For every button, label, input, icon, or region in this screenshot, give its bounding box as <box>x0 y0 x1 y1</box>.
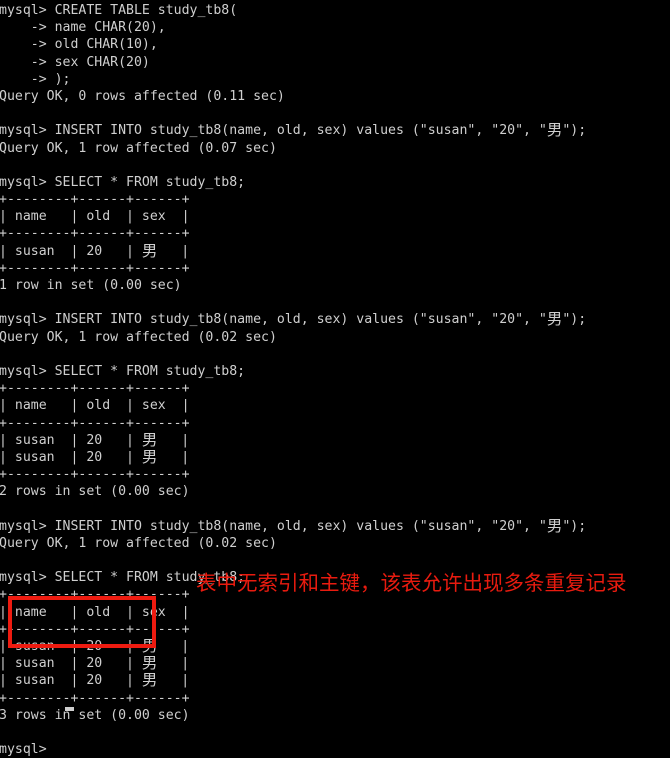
terminal-line: +--------+------+------+ <box>0 226 190 242</box>
cjk-glyph: 男 <box>141 654 158 673</box>
terminal-line: -> ); <box>0 71 71 87</box>
terminal-line: | name | old | sex | <box>0 209 190 225</box>
terminal-line: | name | old | sex | <box>0 604 190 620</box>
terminal-line: | susan | 20 | 男 | <box>0 447 190 466</box>
terminal-line: +--------+------+------+ <box>0 690 190 706</box>
terminal-line: -> old CHAR(10), <box>0 37 158 53</box>
terminal-line: | susan | 20 | 男 | <box>0 654 190 673</box>
terminal-line: 3 rows in set (0.00 sec) <box>0 707 190 723</box>
terminal-line: Query OK, 0 rows affected (0.11 sec) <box>0 88 285 104</box>
terminal-line: +--------+------+------+ <box>0 415 190 431</box>
cjk-glyph: 男 <box>141 671 158 690</box>
terminal-line: mysql> CREATE TABLE study_tb8( <box>0 3 238 18</box>
terminal-line: +--------+------+------+ <box>0 192 190 208</box>
terminal-line: 1 row in set (0.00 sec) <box>0 278 182 293</box>
cjk-glyph: 男 <box>141 241 158 260</box>
terminal-line: Query OK, 1 row affected (0.02 sec) <box>0 535 277 551</box>
annotation-text: 表中无索引和主键，该表允许出现多条重复记录 <box>196 571 627 595</box>
terminal-line: +--------+------+------+ <box>0 381 190 397</box>
terminal-line: mysql> SELECT * FROM study_tb8; <box>0 363 246 379</box>
cjk-glyph: 男 <box>546 121 563 140</box>
terminal-line: mysql> <box>0 742 55 758</box>
terminal-line: -> name CHAR(20), <box>0 20 166 36</box>
cjk-glyph: 男 <box>141 447 158 466</box>
terminal-line: Query OK, 1 row affected (0.07 sec) <box>0 140 277 156</box>
terminal-cursor <box>65 707 74 711</box>
terminal-line: +--------+------+------+ <box>0 467 190 483</box>
terminal-line: | susan | 20 | 男 | <box>0 671 190 690</box>
terminal-line: mysql> INSERT INTO study_tb8(name, old, … <box>0 516 587 535</box>
terminal-line: | susan | 20 | 男 | <box>0 430 190 449</box>
terminal-line: 2 rows in set (0.00 sec) <box>0 484 190 500</box>
terminal-line: Query OK, 1 row affected (0.02 sec) <box>0 329 277 345</box>
terminal-output[interactable]: mysql> CREATE TABLE study_tb8( -> name C… <box>0 0 670 757</box>
terminal-line: +--------+------+------+ <box>0 260 190 276</box>
cjk-glyph: 男 <box>546 310 563 329</box>
terminal-line: mysql> SELECT * FROM study_tb8; <box>0 174 246 190</box>
terminal-line: | name | old | sex | <box>0 398 190 414</box>
cjk-glyph: 男 <box>546 516 563 535</box>
terminal-line: mysql> INSERT INTO study_tb8(name, old, … <box>0 310 587 329</box>
terminal-line: | susan | 20 | 男 | <box>0 636 190 655</box>
terminal-line: | susan | 20 | 男 | <box>0 241 190 260</box>
cjk-glyph: 男 <box>141 636 158 655</box>
terminal-line: -> sex CHAR(20) <box>0 54 150 70</box>
terminal-line: +--------+------+------+ <box>0 621 190 637</box>
terminal-line: mysql> INSERT INTO study_tb8(name, old, … <box>0 121 587 140</box>
cjk-glyph: 男 <box>141 430 158 449</box>
